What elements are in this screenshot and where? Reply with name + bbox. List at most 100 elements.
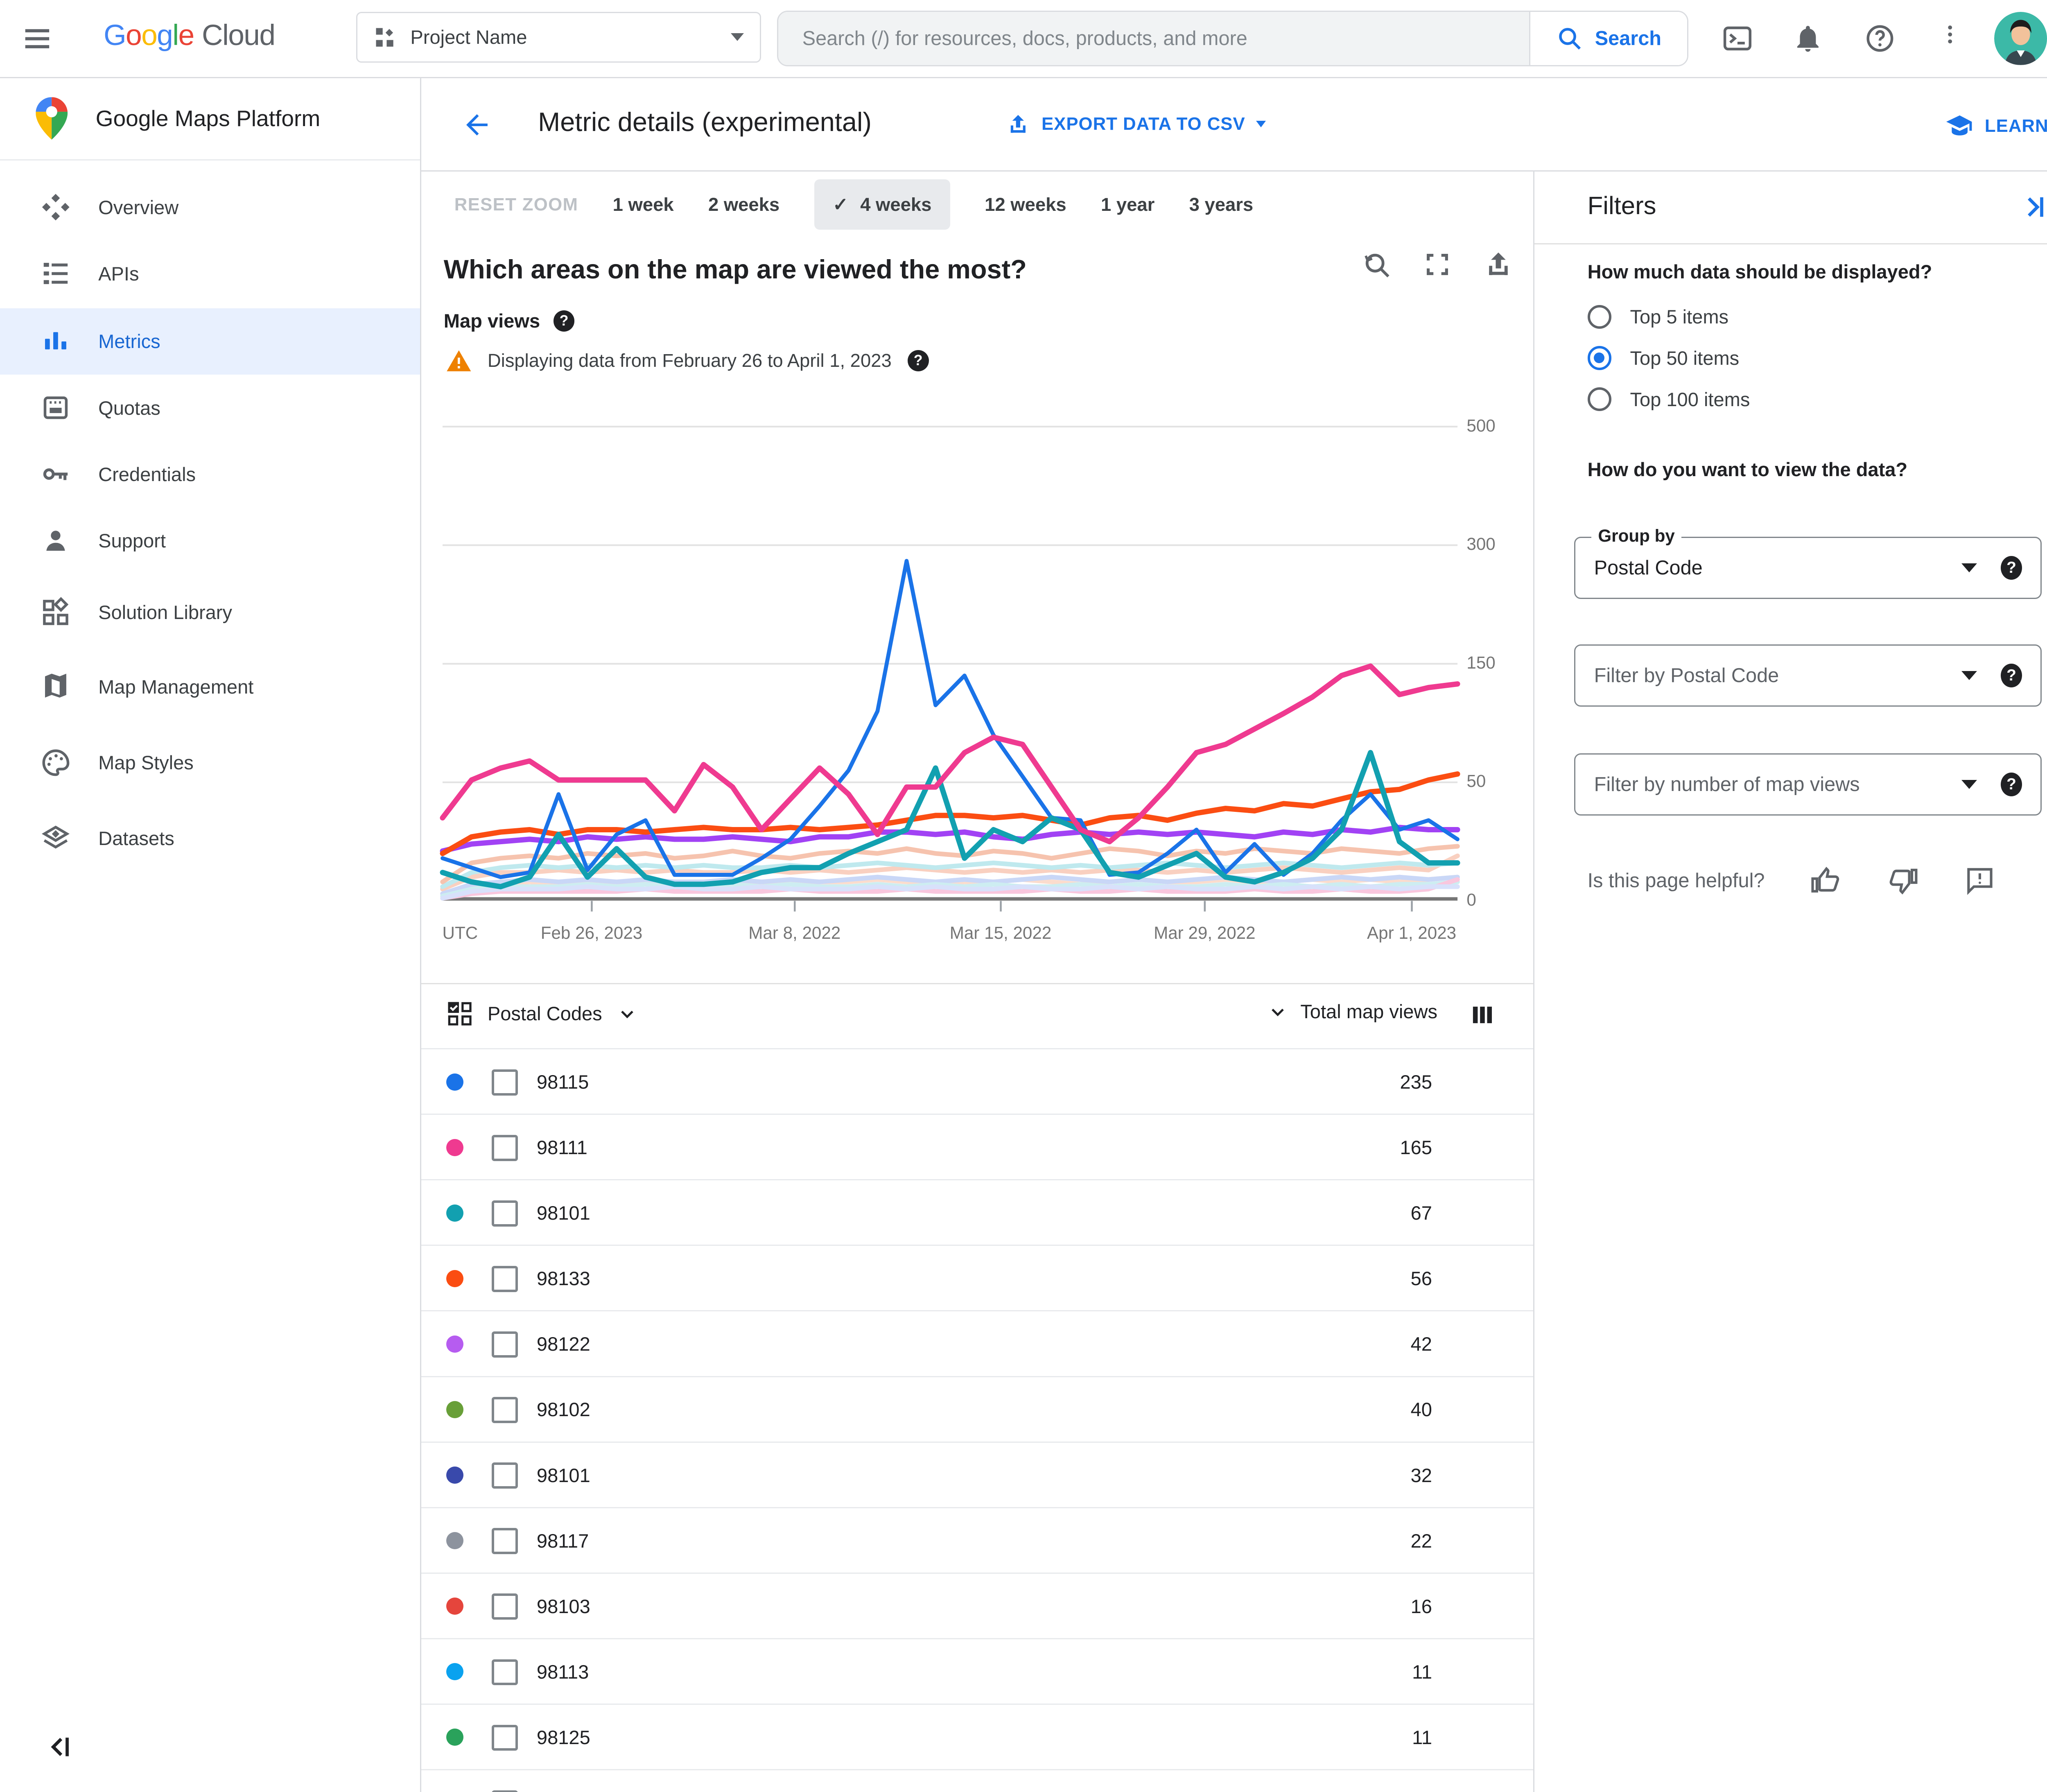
x-tick-label: Mar 29, 2022 bbox=[1154, 923, 1256, 943]
map-views-value: 22 bbox=[1410, 1530, 1432, 1552]
chevron-down-icon bbox=[1256, 121, 1266, 128]
logo-letter: g bbox=[157, 19, 173, 52]
radio-option-Top-5-items[interactable]: Top 5 items bbox=[1587, 296, 1729, 338]
credentials-key-icon bbox=[40, 458, 72, 490]
learn-button[interactable]: LEARN bbox=[1945, 112, 2047, 141]
search-input[interactable] bbox=[800, 25, 1508, 52]
row-checkbox[interactable] bbox=[491, 1790, 518, 1792]
sidebar-item-credentials[interactable]: Credentials bbox=[0, 441, 420, 507]
x-tick-label: Mar 8, 2022 bbox=[748, 923, 841, 943]
radio-icon[interactable] bbox=[1587, 346, 1612, 370]
filter-views-select[interactable]: Filter by number of map views ? bbox=[1574, 753, 2042, 816]
sidebar-item-map-styles[interactable]: Map Styles bbox=[0, 729, 420, 795]
chart-title: Which areas on the map are viewed the mo… bbox=[443, 254, 1027, 284]
table-header: Postal Codes Total map views bbox=[421, 983, 1533, 1048]
hamburger-menu-icon[interactable] bbox=[21, 23, 53, 54]
group-by-help-icon[interactable]: ? bbox=[2001, 556, 2022, 580]
sidebar-item-datasets[interactable]: Datasets bbox=[0, 805, 420, 871]
sidebar-item-label: Datasets bbox=[98, 827, 174, 850]
user-avatar[interactable] bbox=[1994, 12, 2047, 65]
sidebar-item-overview[interactable]: Overview bbox=[0, 174, 420, 240]
group-by-select[interactable]: Group by Postal Code ? bbox=[1574, 526, 2042, 599]
y-tick-label: 50 bbox=[1466, 771, 1486, 791]
warning-help-icon[interactable]: ? bbox=[907, 350, 929, 371]
time-range-2-weeks[interactable]: 2 weeks bbox=[708, 194, 779, 215]
dropdown-caret-icon bbox=[1961, 563, 1977, 572]
export-csv-button[interactable]: EXPORT DATA TO CSV bbox=[1005, 112, 1266, 137]
row-checkbox[interactable] bbox=[491, 1134, 518, 1161]
metric-label: Map views bbox=[443, 310, 540, 332]
chart-zoom-out-icon[interactable] bbox=[1360, 249, 1392, 280]
time-range-12-weeks[interactable]: 12 weeks bbox=[985, 194, 1066, 215]
sidebar-item-label: Credentials bbox=[98, 463, 196, 485]
sidebar-item-label: Map Styles bbox=[98, 752, 194, 774]
map-views-value: 40 bbox=[1410, 1399, 1432, 1421]
table-row: 98102 40 bbox=[421, 1376, 1533, 1442]
y-tick-label: 500 bbox=[1466, 416, 1496, 435]
table-row: 98103 16 bbox=[421, 1572, 1533, 1638]
sidebar-item-apis[interactable]: APIs bbox=[0, 240, 420, 307]
x-tick-label: Apr 1, 2023 bbox=[1367, 923, 1457, 943]
thumb-up-icon[interactable] bbox=[1810, 865, 1842, 897]
row-checkbox[interactable] bbox=[491, 1724, 518, 1751]
apis-icon bbox=[40, 258, 72, 289]
series-color-dot bbox=[446, 1532, 464, 1550]
row-checkbox[interactable] bbox=[491, 1397, 518, 1424]
radio-icon[interactable] bbox=[1587, 387, 1612, 411]
row-checkbox[interactable] bbox=[491, 1200, 518, 1227]
row-checkbox[interactable] bbox=[491, 1593, 518, 1620]
radio-label: Top 5 items bbox=[1630, 306, 1729, 328]
radio-icon[interactable] bbox=[1587, 305, 1612, 329]
time-range-1-week[interactable]: 1 week bbox=[613, 194, 674, 215]
column-settings-icon[interactable] bbox=[1472, 1004, 1493, 1028]
chart-fullscreen-icon[interactable] bbox=[1421, 249, 1453, 280]
postal-code-label: 98101 bbox=[536, 1202, 590, 1224]
x-tick-label: Feb 26, 2023 bbox=[540, 923, 643, 943]
thumb-down-icon[interactable] bbox=[1887, 865, 1919, 897]
time-range-1-year[interactable]: 1 year bbox=[1101, 194, 1155, 215]
filter-views-help-icon[interactable]: ? bbox=[2001, 772, 2022, 797]
filter-postal-select[interactable]: Filter by Postal Code ? bbox=[1574, 644, 2042, 707]
collapse-sidebar-icon[interactable] bbox=[43, 1731, 75, 1763]
map-styles-palette-icon bbox=[40, 747, 72, 779]
search-button[interactable]: Search bbox=[1529, 11, 1688, 66]
reset-zoom-button[interactable]: RESET ZOOM bbox=[454, 194, 578, 215]
row-checkbox[interactable] bbox=[491, 1069, 518, 1096]
row-checkbox[interactable] bbox=[491, 1266, 518, 1292]
line-chart[interactable] bbox=[440, 425, 1460, 911]
sort-header[interactable]: Total map views bbox=[1267, 1000, 1437, 1023]
cloud-shell-icon[interactable] bbox=[1722, 23, 1753, 54]
sidebar-item-map-management[interactable]: Map Management bbox=[0, 653, 420, 720]
notifications-bell-icon[interactable] bbox=[1792, 23, 1824, 54]
sidebar: Google Maps Platform Overview APIs Metri… bbox=[0, 77, 421, 1792]
group-by-value: Postal Code bbox=[1594, 557, 1703, 579]
filter-postal-help-icon[interactable]: ? bbox=[2001, 663, 2022, 688]
more-options-icon[interactable] bbox=[1938, 23, 1962, 54]
time-range-4-weeks[interactable]: ✓ 4 weeks bbox=[814, 179, 950, 230]
sidebar-item-metrics[interactable]: Metrics bbox=[0, 308, 420, 375]
sidebar-item-solution-library[interactable]: Solution Library bbox=[0, 579, 420, 646]
project-selector[interactable]: Project Name bbox=[356, 12, 761, 63]
project-name: Project Name bbox=[410, 26, 527, 48]
sidebar-item-quotas[interactable]: Quotas bbox=[0, 375, 420, 441]
row-checkbox[interactable] bbox=[491, 1659, 518, 1686]
row-checkbox[interactable] bbox=[491, 1462, 518, 1489]
back-arrow-icon[interactable] bbox=[461, 109, 493, 141]
sidebar-item-support[interactable]: Support bbox=[0, 508, 420, 574]
filters-panel: Filters How much data should be displaye… bbox=[1534, 171, 2047, 1792]
metric-help-icon[interactable]: ? bbox=[553, 310, 575, 332]
send-feedback-icon[interactable] bbox=[1964, 865, 1996, 897]
search-icon bbox=[1557, 25, 1583, 52]
gmp-header: Google Maps Platform bbox=[0, 77, 420, 161]
row-checkbox[interactable] bbox=[491, 1528, 518, 1555]
chart-export-icon[interactable] bbox=[1482, 249, 1514, 280]
google-cloud-logo[interactable]: Google Cloud bbox=[104, 18, 276, 52]
radio-option-Top-100-items[interactable]: Top 100 items bbox=[1587, 379, 1750, 420]
row-checkbox[interactable] bbox=[491, 1331, 518, 1358]
collapse-filters-icon[interactable] bbox=[2019, 192, 2047, 221]
time-range-3-years[interactable]: 3 years bbox=[1189, 194, 1254, 215]
group-header[interactable]: Postal Codes bbox=[446, 1000, 638, 1027]
help-icon[interactable] bbox=[1864, 23, 1896, 54]
radio-option-Top-50-items[interactable]: Top 50 items bbox=[1587, 337, 1739, 379]
overview-icon bbox=[40, 191, 72, 223]
